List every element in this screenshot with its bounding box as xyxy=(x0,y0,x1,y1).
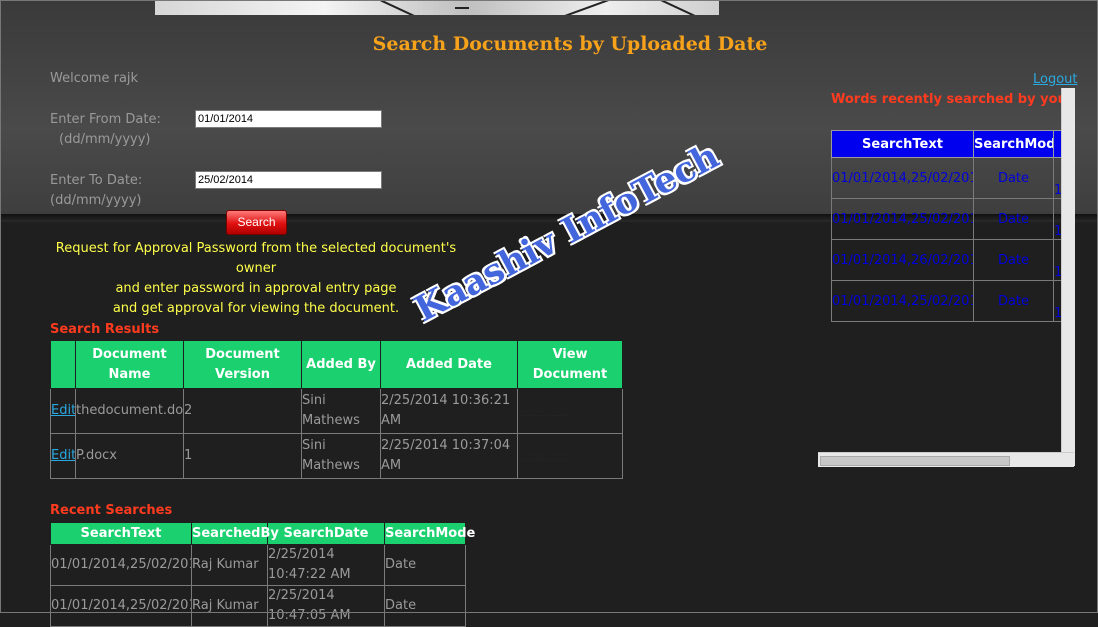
header-document-name: Document Name xyxy=(75,340,184,389)
added-date-cell: 2/25/2014 10:37:04 AM xyxy=(380,433,518,479)
vertical-scrollbar[interactable] xyxy=(1061,88,1075,466)
recent-words-label: Words recently searched by you: xyxy=(831,92,1072,107)
header-edit xyxy=(50,340,76,389)
extra-cell: 1 xyxy=(1053,239,1061,281)
search-mode-cell: Date xyxy=(973,239,1054,281)
search-text-cell: 01/01/2014,25/02/2014 xyxy=(831,157,974,199)
search-text-cell: 01/01/2014,25/02/2014 xyxy=(831,198,974,240)
header-searched-by: SearchedBy xyxy=(191,522,279,545)
search-mode-cell: Date xyxy=(973,157,1054,199)
document-version-cell: 1 xyxy=(183,433,302,479)
table-row: 01/01/2014,25/02/2014 Date 1 xyxy=(831,198,1061,240)
notice-line-1: Request for Approval Password from the s… xyxy=(55,241,457,276)
search-text-cell: 01/01/2014,25/02/2014 xyxy=(50,544,192,586)
recent-searches-table: SearchText SearchedBy SearchDate SearchM… xyxy=(50,522,475,627)
search-mode-cell: Date xyxy=(973,198,1054,240)
extra-cell: 1 xyxy=(1053,280,1061,322)
recent-header-row: SearchText SearchedBy SearchDate SearchM… xyxy=(50,522,475,545)
table-row: 01/01/2014,25/02/2014 Date 1 xyxy=(831,157,1061,199)
header-document-version: Document Version xyxy=(183,340,302,389)
added-by-cell: Sini Mathews xyxy=(301,388,381,434)
search-text-cell: 01/01/2014,26/02/2014 xyxy=(831,239,974,281)
header-search-text: SearchText xyxy=(50,522,192,545)
searched-by-cell: Raj Kumar xyxy=(191,544,268,586)
view-doc-link[interactable]: View Doc xyxy=(519,404,569,417)
horizontal-scrollbar[interactable] xyxy=(818,452,1074,467)
searched-by-cell: Raj Kumar xyxy=(191,585,268,627)
welcome-text: Welcome rajk xyxy=(50,71,139,86)
from-date-label: Enter From Date: xyxy=(50,112,161,127)
header-extra: S xyxy=(1053,130,1061,158)
edit-link[interactable]: Edit xyxy=(52,448,75,463)
search-results-table: Document Name Document Version Added By … xyxy=(50,340,623,479)
search-mode-cell: Date xyxy=(384,585,466,627)
search-text-cell: 01/01/2014,25/02/2014 xyxy=(50,585,192,627)
header-search-date: SearchDate xyxy=(267,522,385,545)
notice-line-3: and get approval for viewing the documen… xyxy=(112,301,400,316)
search-date-cell: 2/25/2014 10:47:05 AM xyxy=(267,585,385,627)
table-row: Edit P.docx 1 Sini Mathews 2/25/2014 10:… xyxy=(50,433,623,479)
table-row: 01/01/2014,25/02/2014 Date 1 xyxy=(831,280,1061,322)
header-added-date: Added Date xyxy=(380,340,518,389)
table-row: 01/01/2014,26/02/2014 Date 1 xyxy=(831,239,1061,281)
search-text-cell: 01/01/2014,25/02/2014 xyxy=(831,280,974,322)
table-row: 01/01/2014,25/02/2014 Raj Kumar 2/25/201… xyxy=(50,544,466,586)
added-by-cell: Sini Mathews xyxy=(301,433,381,479)
document-version-cell: 2 xyxy=(183,388,302,434)
to-date-label: Enter To Date: xyxy=(50,173,143,188)
table-row: Edit thedocument.doc 2 Sini Mathews 2/25… xyxy=(50,388,623,434)
recent-words-table: SearchText SearchMode S 01/01/2014,25/02… xyxy=(831,130,1061,322)
search-date-cell: 2/25/2014 10:47:22 AM xyxy=(267,544,385,586)
search-results-label: Search Results xyxy=(50,322,160,337)
extra-cell: 1 xyxy=(1053,157,1061,199)
recent-words-panel: SearchText SearchMode S 01/01/2014,25/02… xyxy=(831,130,1061,324)
table-row: 01/01/2014,25/02/2014 Raj Kumar 2/25/201… xyxy=(50,585,466,627)
to-date-hint: (dd/mm/yyyy) xyxy=(50,193,142,208)
banner-image xyxy=(155,0,719,15)
results-header-row: Document Name Document Version Added By … xyxy=(50,340,623,389)
document-name-cell: thedocument.doc xyxy=(75,388,184,434)
logout-link[interactable]: Logout xyxy=(1033,72,1078,87)
header-search-mode: SearchMode xyxy=(384,522,475,545)
notice-line-2: and enter password in approval entry pag… xyxy=(115,281,397,296)
from-date-hint: (dd/mm/yyyy) xyxy=(59,132,151,147)
from-date-input[interactable] xyxy=(195,110,382,128)
view-doc-link[interactable]: View Doc xyxy=(519,449,569,462)
scrollbar-thumb[interactable] xyxy=(820,456,1010,466)
search-button[interactable]: Search xyxy=(226,210,287,235)
to-date-input[interactable] xyxy=(195,171,382,189)
document-name-cell: P.docx xyxy=(75,433,184,479)
header-view-document: View Document xyxy=(517,340,623,389)
words-header-row: SearchText SearchMode S xyxy=(831,130,1061,158)
header-search-text: SearchText xyxy=(831,130,974,158)
approval-notice: Request for Approval Password from the s… xyxy=(48,239,464,319)
header-search-mode: SearchMode xyxy=(973,130,1054,158)
header-added-by: Added By xyxy=(301,340,381,389)
search-mode-cell: Date xyxy=(973,280,1054,322)
edit-link[interactable]: Edit xyxy=(52,403,75,418)
extra-cell: 1 xyxy=(1053,198,1061,240)
recent-searches-label: Recent Searches xyxy=(50,503,173,518)
added-date-cell: 2/25/2014 10:36:21 AM xyxy=(380,388,518,434)
page-title: Search Documents by Uploaded Date xyxy=(372,33,768,55)
search-mode-cell: Date xyxy=(384,544,466,586)
